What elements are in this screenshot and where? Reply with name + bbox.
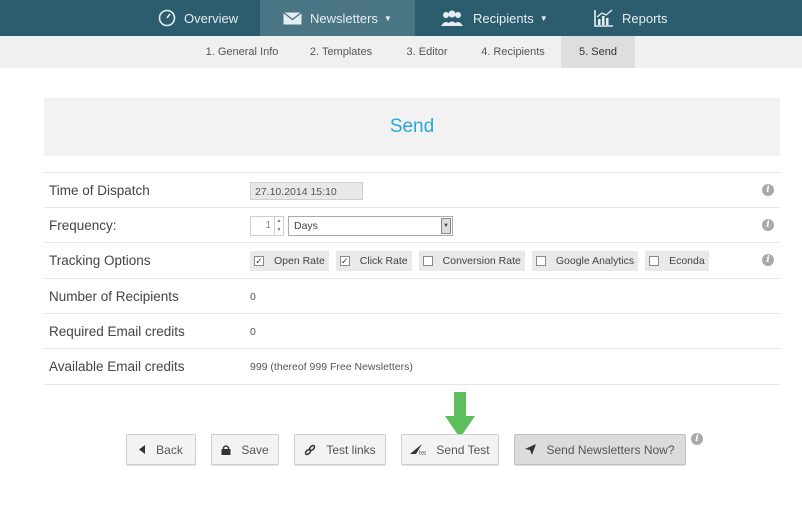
- nav-newsletters[interactable]: Newsletters ▼: [260, 0, 415, 36]
- chevron-down-icon: ▼: [383, 13, 392, 23]
- num-recipients-value: 0: [250, 290, 256, 303]
- tracking-row: Tracking Options ✓ Open Rate ✓ Click Rat…: [44, 242, 780, 278]
- dispatch-label: Time of Dispatch: [49, 183, 150, 198]
- google-analytics-checkbox[interactable]: [535, 255, 546, 266]
- dispatch-value-wrap: 27.10.2014 15:10: [250, 173, 363, 208]
- tracking-open-rate[interactable]: ✓ Open Rate: [250, 250, 329, 271]
- send-test-button[interactable]: test Send Test: [401, 434, 499, 465]
- stepper-up-icon[interactable]: ▲: [277, 218, 282, 224]
- top-navigation: Overview Newsletters ▼ Recipients ▼ Repo…: [0, 0, 802, 36]
- chevron-down-icon[interactable]: ▼: [441, 217, 451, 234]
- dispatch-time-input[interactable]: 27.10.2014 15:10: [250, 181, 363, 200]
- send-test-icon: test: [410, 444, 426, 455]
- tracking-options: ✓ Open Rate ✓ Click Rate Conversion Rate…: [250, 243, 709, 278]
- available-credits-value: 999 (thereof 999 Free Newsletters): [250, 360, 413, 373]
- envelope-icon: [283, 11, 302, 25]
- tracking-label: Tracking Options: [49, 253, 151, 268]
- info-icon[interactable]: i: [762, 219, 774, 231]
- google-analytics-label: Google Analytics: [555, 254, 635, 267]
- required-credits-value: 0: [250, 325, 256, 338]
- open-rate-label: Open Rate: [274, 254, 325, 267]
- frequency-label: Frequency:: [49, 218, 117, 233]
- test-links-button-label: Test links: [326, 442, 376, 457]
- send-now-button[interactable]: Send Newsletters Now?: [514, 434, 686, 465]
- save-button-label: Save: [241, 442, 269, 457]
- nav-recipients[interactable]: Recipients ▼: [439, 0, 548, 36]
- test-links-button[interactable]: Test links: [294, 434, 386, 465]
- required-credits-row: Required Email credits 0: [44, 313, 780, 349]
- link-icon: [304, 444, 316, 456]
- click-rate-checkbox[interactable]: ✓: [339, 255, 350, 266]
- step-recipients[interactable]: 4. Recipients: [473, 36, 553, 68]
- save-button[interactable]: Save: [211, 434, 279, 465]
- available-credits-row: Available Email credits 999 (thereof 999…: [44, 348, 780, 385]
- svg-text:test: test: [419, 451, 426, 456]
- info-icon[interactable]: i: [691, 433, 703, 445]
- conversion-rate-label: Conversion Rate: [442, 254, 521, 267]
- nav-reports-label: Reports: [622, 10, 668, 26]
- nav-overview[interactable]: Overview: [158, 0, 238, 36]
- step-general-info[interactable]: 1. General Info: [196, 36, 288, 68]
- back-button-label: Back: [156, 442, 183, 457]
- step-editor[interactable]: 3. Editor: [396, 36, 458, 68]
- required-credits-label: Required Email credits: [49, 324, 185, 339]
- tracking-econda[interactable]: Econda: [645, 250, 709, 271]
- step-templates[interactable]: 2. Templates: [300, 36, 382, 68]
- num-recipients-label: Number of Recipients: [49, 289, 179, 304]
- page-title: Send: [44, 98, 780, 156]
- frequency-unit-value: Days: [294, 219, 318, 232]
- chevron-down-icon: ▼: [539, 13, 548, 23]
- step-send[interactable]: 5. Send: [561, 36, 635, 68]
- frequency-count-input[interactable]: 1: [250, 215, 275, 236]
- nav-recipients-label: Recipients: [473, 10, 534, 26]
- users-icon: [439, 10, 465, 26]
- nav-reports[interactable]: Reports: [594, 0, 668, 36]
- gauge-icon: [158, 9, 176, 27]
- lock-icon: [221, 444, 231, 455]
- frequency-stepper[interactable]: ▲ ▼: [275, 215, 284, 236]
- info-icon[interactable]: i: [762, 184, 774, 196]
- paper-plane-icon: [525, 444, 537, 455]
- info-icon[interactable]: i: [762, 254, 774, 266]
- econda-label: Econda: [669, 254, 705, 267]
- send-now-button-label: Send Newsletters Now?: [546, 442, 675, 457]
- tracking-google-analytics[interactable]: Google Analytics: [531, 250, 639, 271]
- click-rate-label: Click Rate: [359, 254, 408, 267]
- send-test-button-label: Send Test: [436, 442, 490, 457]
- back-button[interactable]: Back: [126, 434, 196, 465]
- conversion-rate-checkbox[interactable]: [422, 255, 433, 266]
- dispatch-row: Time of Dispatch 27.10.2014 15:10 i: [44, 172, 780, 208]
- frequency-value-wrap: 1 ▲ ▼ Days ▼: [250, 208, 453, 243]
- chart-icon: [594, 9, 614, 27]
- tracking-click-rate[interactable]: ✓ Click Rate: [335, 250, 412, 271]
- stepper-down-icon[interactable]: ▼: [277, 227, 282, 233]
- frequency-row: Frequency: 1 ▲ ▼ Days ▼ i: [44, 207, 780, 243]
- available-credits-label: Available Email credits: [49, 359, 185, 374]
- num-recipients-row: Number of Recipients 0: [44, 278, 780, 314]
- open-rate-checkbox[interactable]: ✓: [254, 255, 264, 266]
- econda-checkbox[interactable]: [649, 255, 660, 266]
- nav-newsletters-label: Newsletters: [310, 10, 378, 26]
- step-navigation: 1. General Info 2. Templates 3. Editor 4…: [0, 36, 802, 68]
- chevron-left-icon: [139, 445, 146, 454]
- tracking-conversion-rate[interactable]: Conversion Rate: [418, 250, 525, 271]
- frequency-unit-select[interactable]: Days ▼: [288, 215, 453, 236]
- nav-overview-label: Overview: [184, 10, 239, 26]
